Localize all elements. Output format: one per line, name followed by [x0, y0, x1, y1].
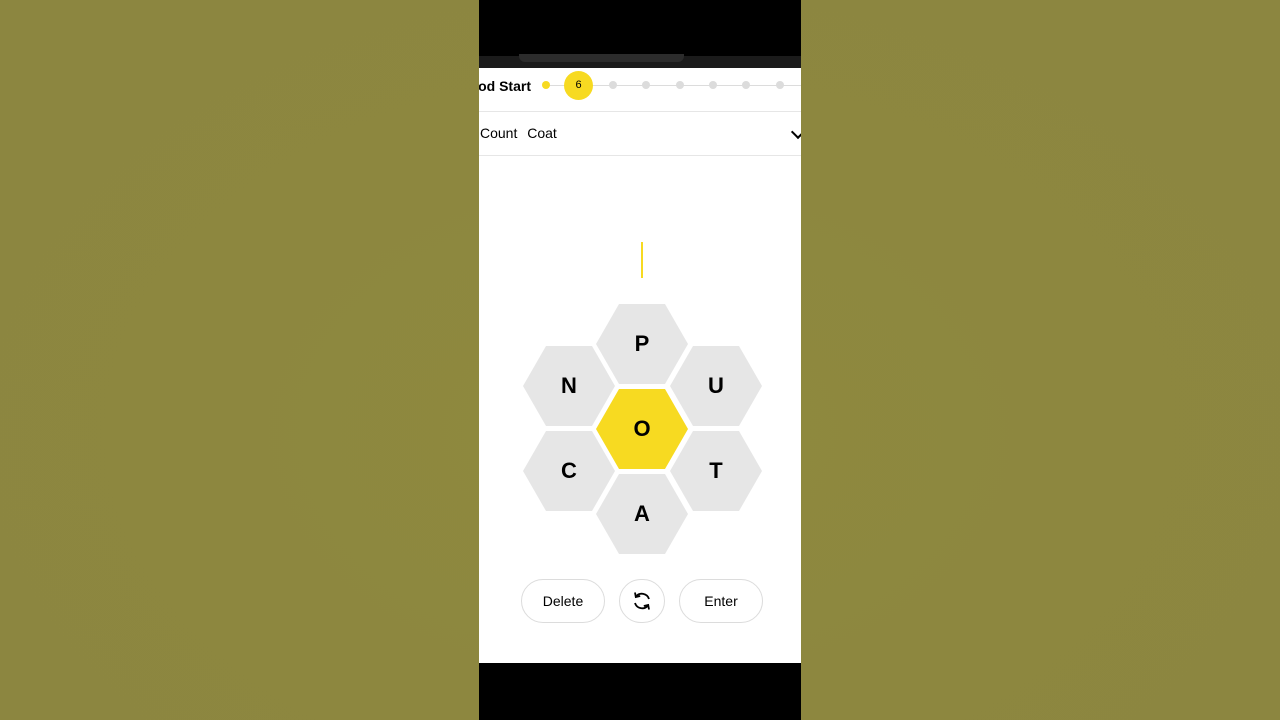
hive-cell-top[interactable]: P: [596, 304, 688, 384]
hive-cell-bottom[interactable]: A: [596, 474, 688, 554]
progress-dot: [676, 81, 684, 89]
enter-button[interactable]: Enter: [679, 579, 763, 623]
bottom-bar: [479, 663, 801, 720]
hive-cell-bottom-right[interactable]: T: [670, 431, 762, 511]
found-words-list: Count Coat: [480, 125, 563, 141]
phone-frame: Good Start 6 Count Coat P U T A: [479, 0, 801, 720]
progress-dot: [609, 81, 617, 89]
found-word: Coat: [527, 125, 557, 141]
found-word: Count: [480, 125, 518, 141]
progress-dot: [776, 81, 784, 89]
rank-progress[interactable]: Good Start 6: [479, 68, 801, 112]
hive-cell-bottom-left[interactable]: C: [523, 431, 615, 511]
game-screen: Good Start 6 Count Coat P U T A: [479, 68, 801, 663]
controls-row: Delete Enter: [479, 579, 801, 625]
shuffle-button[interactable]: [619, 579, 665, 623]
progress-dot: [709, 81, 717, 89]
progress-dot: [742, 81, 750, 89]
progress-dot: [642, 81, 650, 89]
notch: [519, 54, 684, 62]
text-caret: [641, 242, 643, 278]
found-words-bar[interactable]: Count Coat: [479, 112, 801, 156]
current-score-badge: 6: [564, 71, 593, 100]
delete-button[interactable]: Delete: [521, 579, 605, 623]
rank-label: Good Start: [479, 78, 531, 94]
hive-cell-top-right[interactable]: U: [670, 346, 762, 426]
hive-cell-center[interactable]: O: [596, 389, 688, 469]
hive-cell-top-left[interactable]: N: [523, 346, 615, 426]
letter-hive: P U T A C N O: [479, 302, 801, 554]
progress-dot: [542, 81, 550, 89]
chevron-down-icon[interactable]: [790, 124, 801, 140]
shuffle-icon: [634, 592, 650, 610]
word-input[interactable]: [479, 238, 801, 278]
